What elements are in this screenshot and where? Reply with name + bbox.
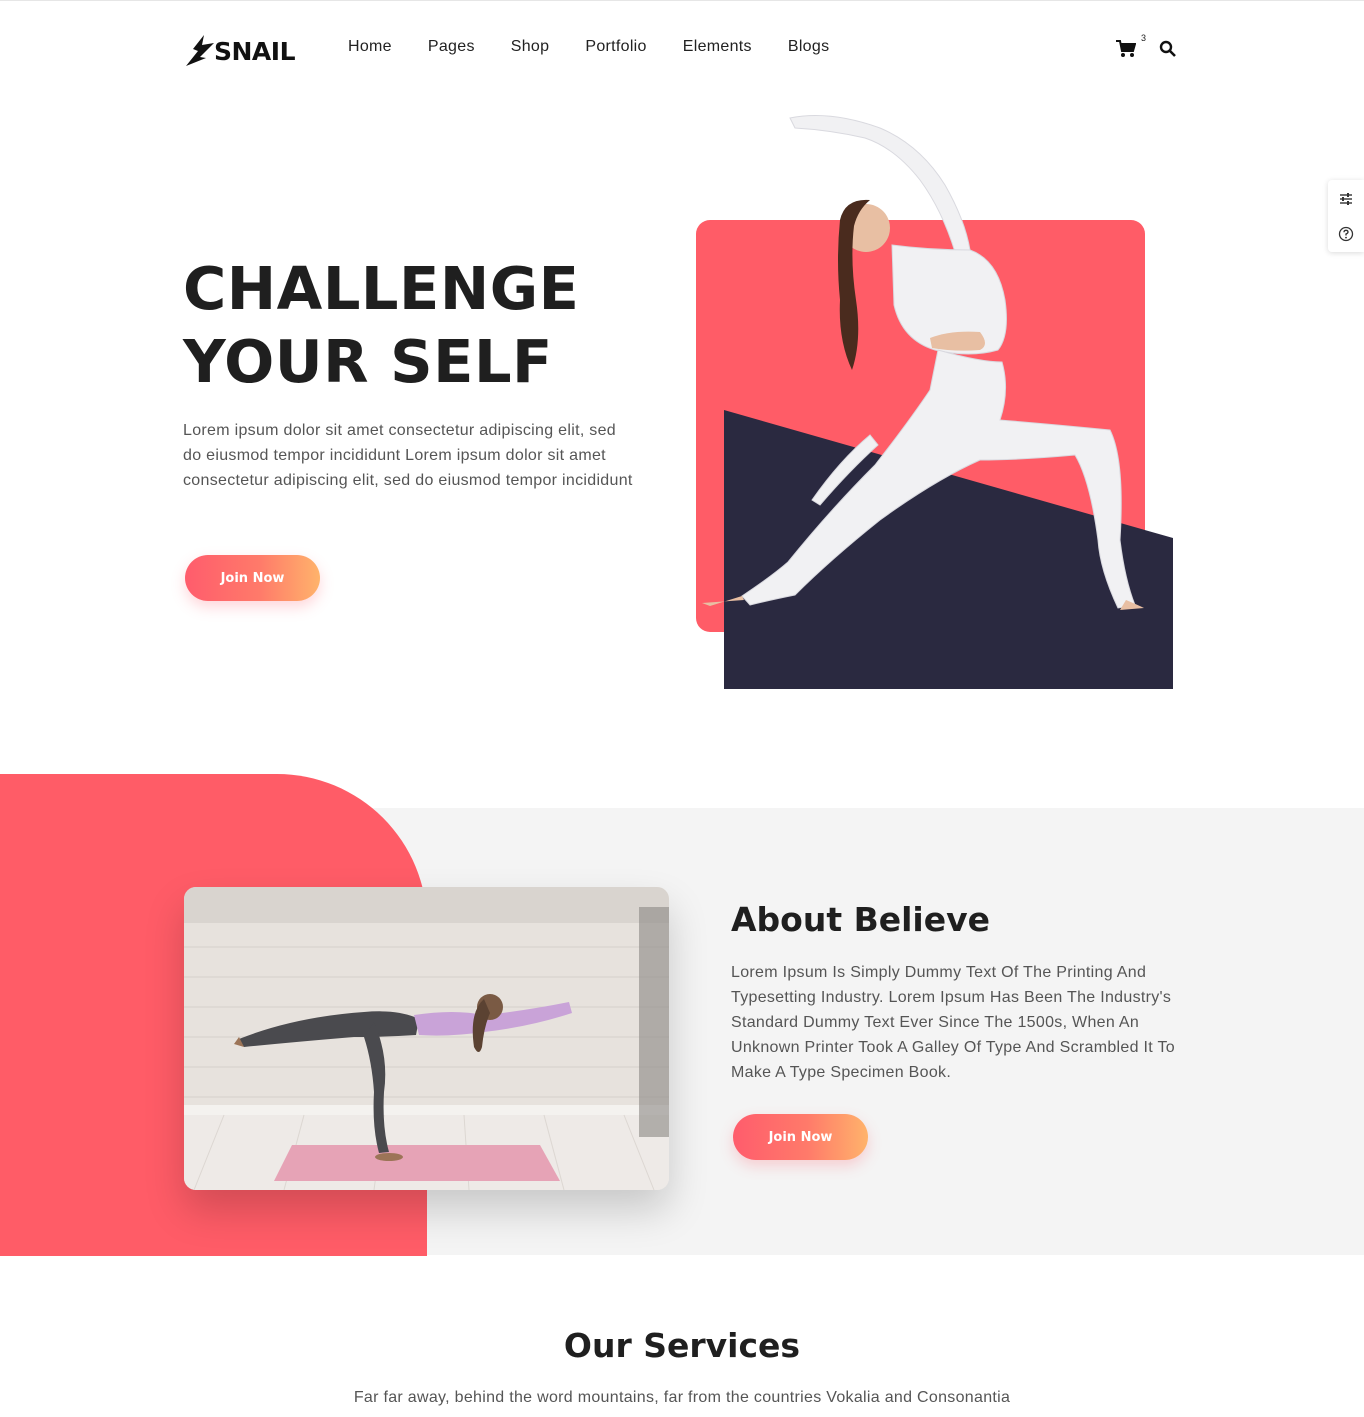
nav-blogs[interactable]: Blogs (788, 38, 830, 56)
about-description: Lorem Ipsum Is Simply Dummy Text Of The … (731, 964, 1175, 1081)
logo[interactable]: SNAIL (184, 30, 296, 68)
logo-text: SNAIL (214, 36, 296, 66)
hero-description: Lorem ipsum dolor sit amet consectetur a… (183, 422, 633, 489)
cart-icon[interactable] (1116, 40, 1136, 58)
about-yoga-photo (184, 887, 669, 1190)
services-subtitle: Far far away, behind the word mountains,… (353, 1389, 1011, 1406)
search-icon[interactable] (1159, 40, 1176, 57)
hero-title-line1: CHALLENGE (183, 254, 580, 323)
hero-yoga-image (696, 115, 1173, 689)
hero-join-now-button[interactable]: Join Now (185, 555, 320, 601)
side-widget (1328, 180, 1364, 252)
settings-sliders-icon[interactable] (1338, 191, 1354, 207)
nav-home[interactable]: Home (348, 38, 392, 56)
hero-title-line2: YOUR SELF (183, 327, 553, 396)
help-icon[interactable] (1338, 226, 1354, 242)
nav-elements[interactable]: Elements (683, 38, 752, 56)
about-title: About Believe (731, 900, 991, 939)
logo-bird-icon (186, 35, 214, 66)
top-border (0, 0, 1364, 1)
cart-count-badge: 3 (1141, 33, 1147, 43)
hero-title: CHALLENGE YOUR SELF (183, 252, 579, 398)
main-nav: Home Pages Shop Portfolio Elements Blogs (348, 38, 865, 56)
nav-portfolio[interactable]: Portfolio (585, 38, 646, 56)
services-title: Our Services (563, 1326, 801, 1365)
nav-shop[interactable]: Shop (511, 38, 550, 56)
nav-pages[interactable]: Pages (428, 38, 475, 56)
about-join-now-button[interactable]: Join Now (733, 1114, 868, 1160)
